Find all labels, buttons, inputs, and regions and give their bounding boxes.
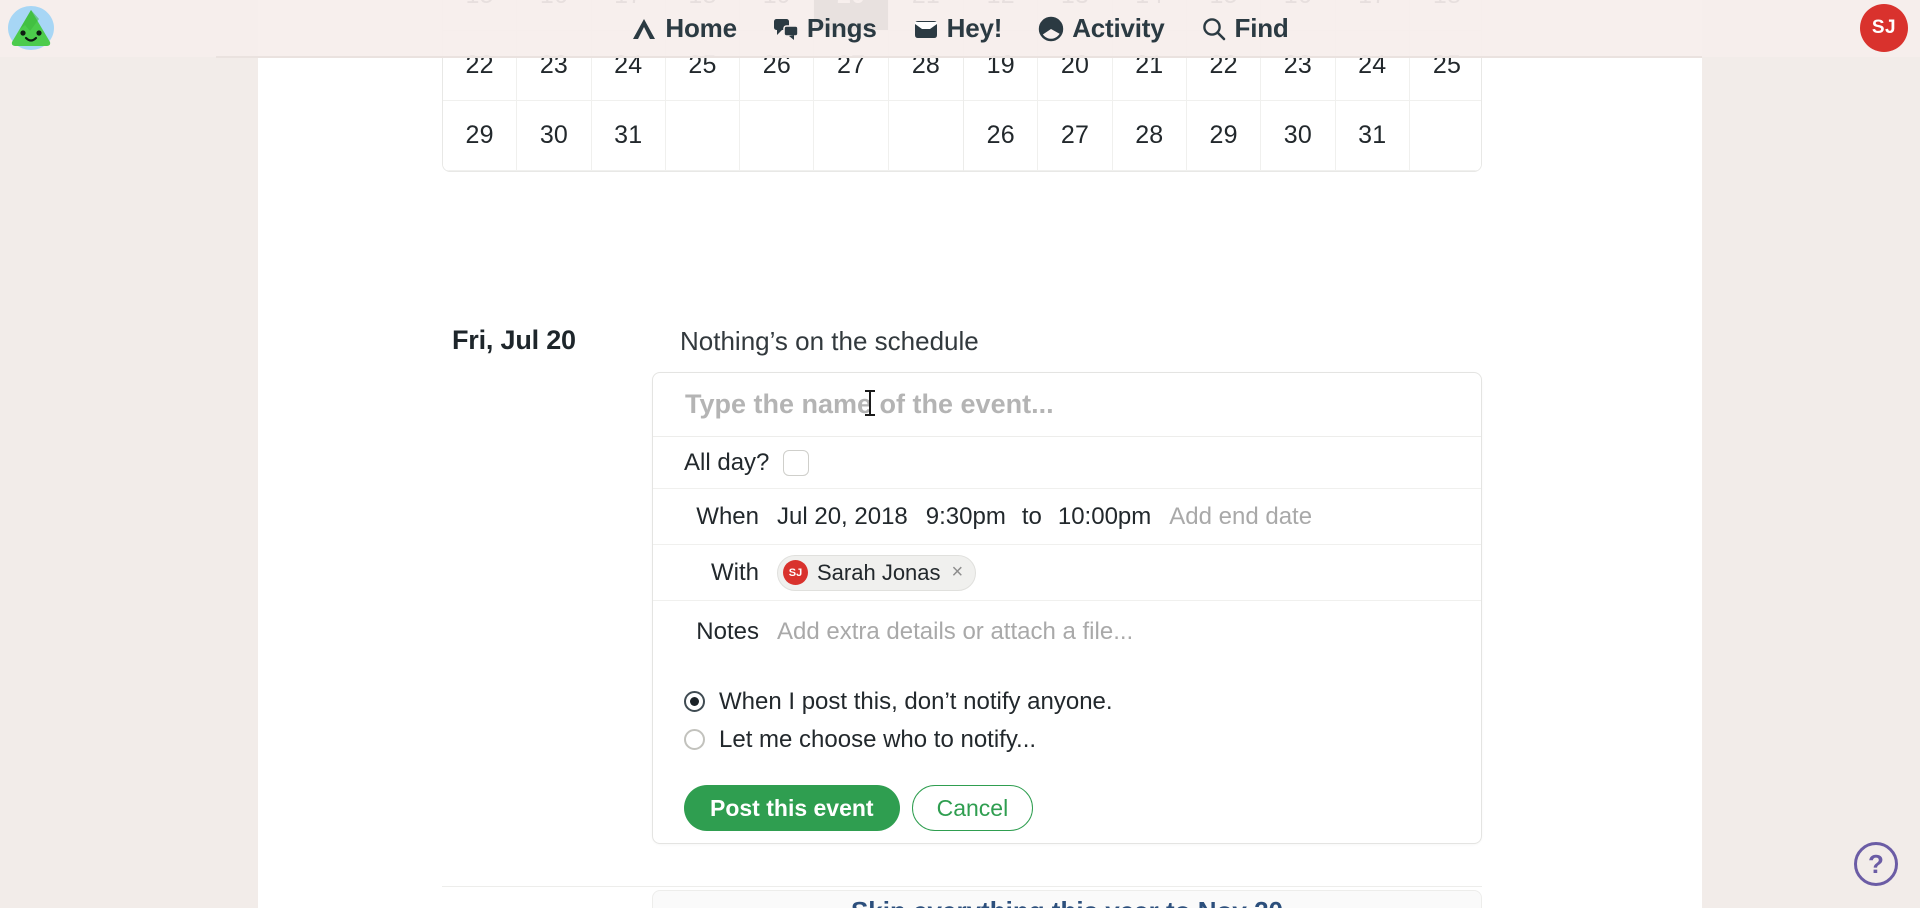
- with-person-avatar: SJ: [783, 560, 808, 585]
- nav-item-activity[interactable]: Activity: [1038, 13, 1165, 44]
- when-date-value[interactable]: Jul 20, 2018: [777, 503, 908, 531]
- search-icon: [1201, 16, 1227, 42]
- calendar-day-cell[interactable]: 31: [1335, 101, 1410, 171]
- schedule-date-label: Fri, Jul 20: [452, 325, 576, 355]
- nav-item-pings-label: Pings: [806, 13, 877, 43]
- when-add-end-date[interactable]: Add end date: [1169, 503, 1312, 531]
- calendar-day-cell[interactable]: 30: [517, 101, 592, 171]
- calendar-day-cell-empty: [1409, 101, 1481, 171]
- calendar-day-cell-empty: [888, 101, 964, 171]
- nav-item-home[interactable]: Home: [631, 13, 737, 44]
- skip-forward-link[interactable]: Skip everything this year to Nov 20: [652, 896, 1482, 908]
- all-day-row: All day?: [653, 437, 1481, 489]
- with-label: With: [711, 558, 759, 586]
- when-end-time-value[interactable]: 10:00pm: [1058, 503, 1151, 531]
- post-event-button[interactable]: Post this event: [684, 785, 900, 831]
- nav-item-hey-label: Hey!: [946, 13, 1003, 43]
- nav-item-hey[interactable]: Hey!: [913, 13, 1003, 44]
- event-title-row: [653, 373, 1481, 437]
- with-person-chip[interactable]: SJ Sarah Jonas ×: [777, 554, 977, 591]
- calendar-day-cell-empty: [814, 101, 889, 171]
- nav-item-activity-label: Activity: [1072, 13, 1165, 43]
- notes-label: Notes: [696, 618, 759, 645]
- notify-option-none-label: When I post this, don’t notify anyone.: [719, 687, 1113, 715]
- new-event-form: All day? When Jul 20, 2018 9:30pm to 10:…: [652, 372, 1482, 844]
- main-navigation: Home Pings Hey! Activity Find: [0, 0, 1920, 57]
- app-root: 8910111213141516171819202122232425262728…: [0, 0, 1920, 908]
- notes-placeholder[interactable]: Add extra details or attach a file...: [777, 618, 1133, 646]
- all-day-label: All day?: [684, 448, 770, 476]
- calendar-day-cell[interactable]: 30: [1261, 101, 1336, 171]
- nav-item-home-label: Home: [665, 13, 737, 43]
- when-row: When Jul 20, 2018 9:30pm to 10:00pm Add …: [653, 489, 1481, 545]
- calendar-day-cell[interactable]: 27: [1038, 101, 1113, 171]
- calendar-day-cell[interactable]: 31: [591, 101, 666, 171]
- calendar-day-cell[interactable]: 26: [964, 101, 1039, 171]
- help-button[interactable]: ?: [1854, 842, 1898, 886]
- schedule-empty-text: Nothing’s on the schedule: [680, 326, 979, 356]
- when-to-label: to: [1021, 502, 1042, 530]
- when-label: When: [696, 502, 759, 530]
- calendar-day-cell-empty: [665, 101, 741, 171]
- account-avatar[interactable]: SJ: [1860, 4, 1908, 52]
- calendar-day-cell[interactable]: 29: [443, 101, 518, 171]
- all-day-checkbox[interactable]: [783, 449, 810, 476]
- nav-item-pings[interactable]: Pings: [773, 13, 877, 44]
- activity-pie-icon: [1038, 16, 1064, 42]
- cancel-button[interactable]: Cancel: [911, 785, 1034, 831]
- event-title-input[interactable]: [685, 389, 1481, 420]
- calendar-day-cell-empty: [740, 101, 815, 171]
- with-person-name: Sarah Jonas: [817, 559, 941, 585]
- home-icon: [631, 16, 657, 42]
- footer-divider: [442, 886, 1482, 887]
- nav-item-find[interactable]: Find: [1201, 13, 1289, 44]
- form-actions: Post this event Cancel: [653, 763, 1481, 831]
- radio-unselected-icon[interactable]: [684, 729, 705, 750]
- calendar-day-cell[interactable]: 28: [1112, 101, 1187, 171]
- radio-selected-icon[interactable]: [684, 691, 705, 712]
- remove-person-icon[interactable]: ×: [952, 561, 964, 584]
- notify-options: When I post this, don’t notify anyone. L…: [653, 663, 1481, 754]
- notes-row: Notes Add extra details or attach a file…: [653, 601, 1481, 663]
- notify-option-choose-label: Let me choose who to notify...: [719, 725, 1037, 753]
- nav-item-find-label: Find: [1234, 13, 1289, 43]
- notify-option-none[interactable]: When I post this, don’t notify anyone.: [684, 687, 1481, 716]
- inbox-tray-icon: [913, 16, 939, 42]
- when-start-time-value[interactable]: 9:30pm: [926, 503, 1006, 531]
- question-mark-icon: ?: [1868, 848, 1884, 879]
- account-avatar-initials: SJ: [1871, 17, 1897, 38]
- with-row: With SJ Sarah Jonas ×: [653, 545, 1481, 601]
- chat-bubbles-icon: [773, 16, 799, 42]
- calendar-day-cell[interactable]: 29: [1186, 101, 1262, 171]
- notify-option-choose[interactable]: Let me choose who to notify...: [684, 725, 1481, 754]
